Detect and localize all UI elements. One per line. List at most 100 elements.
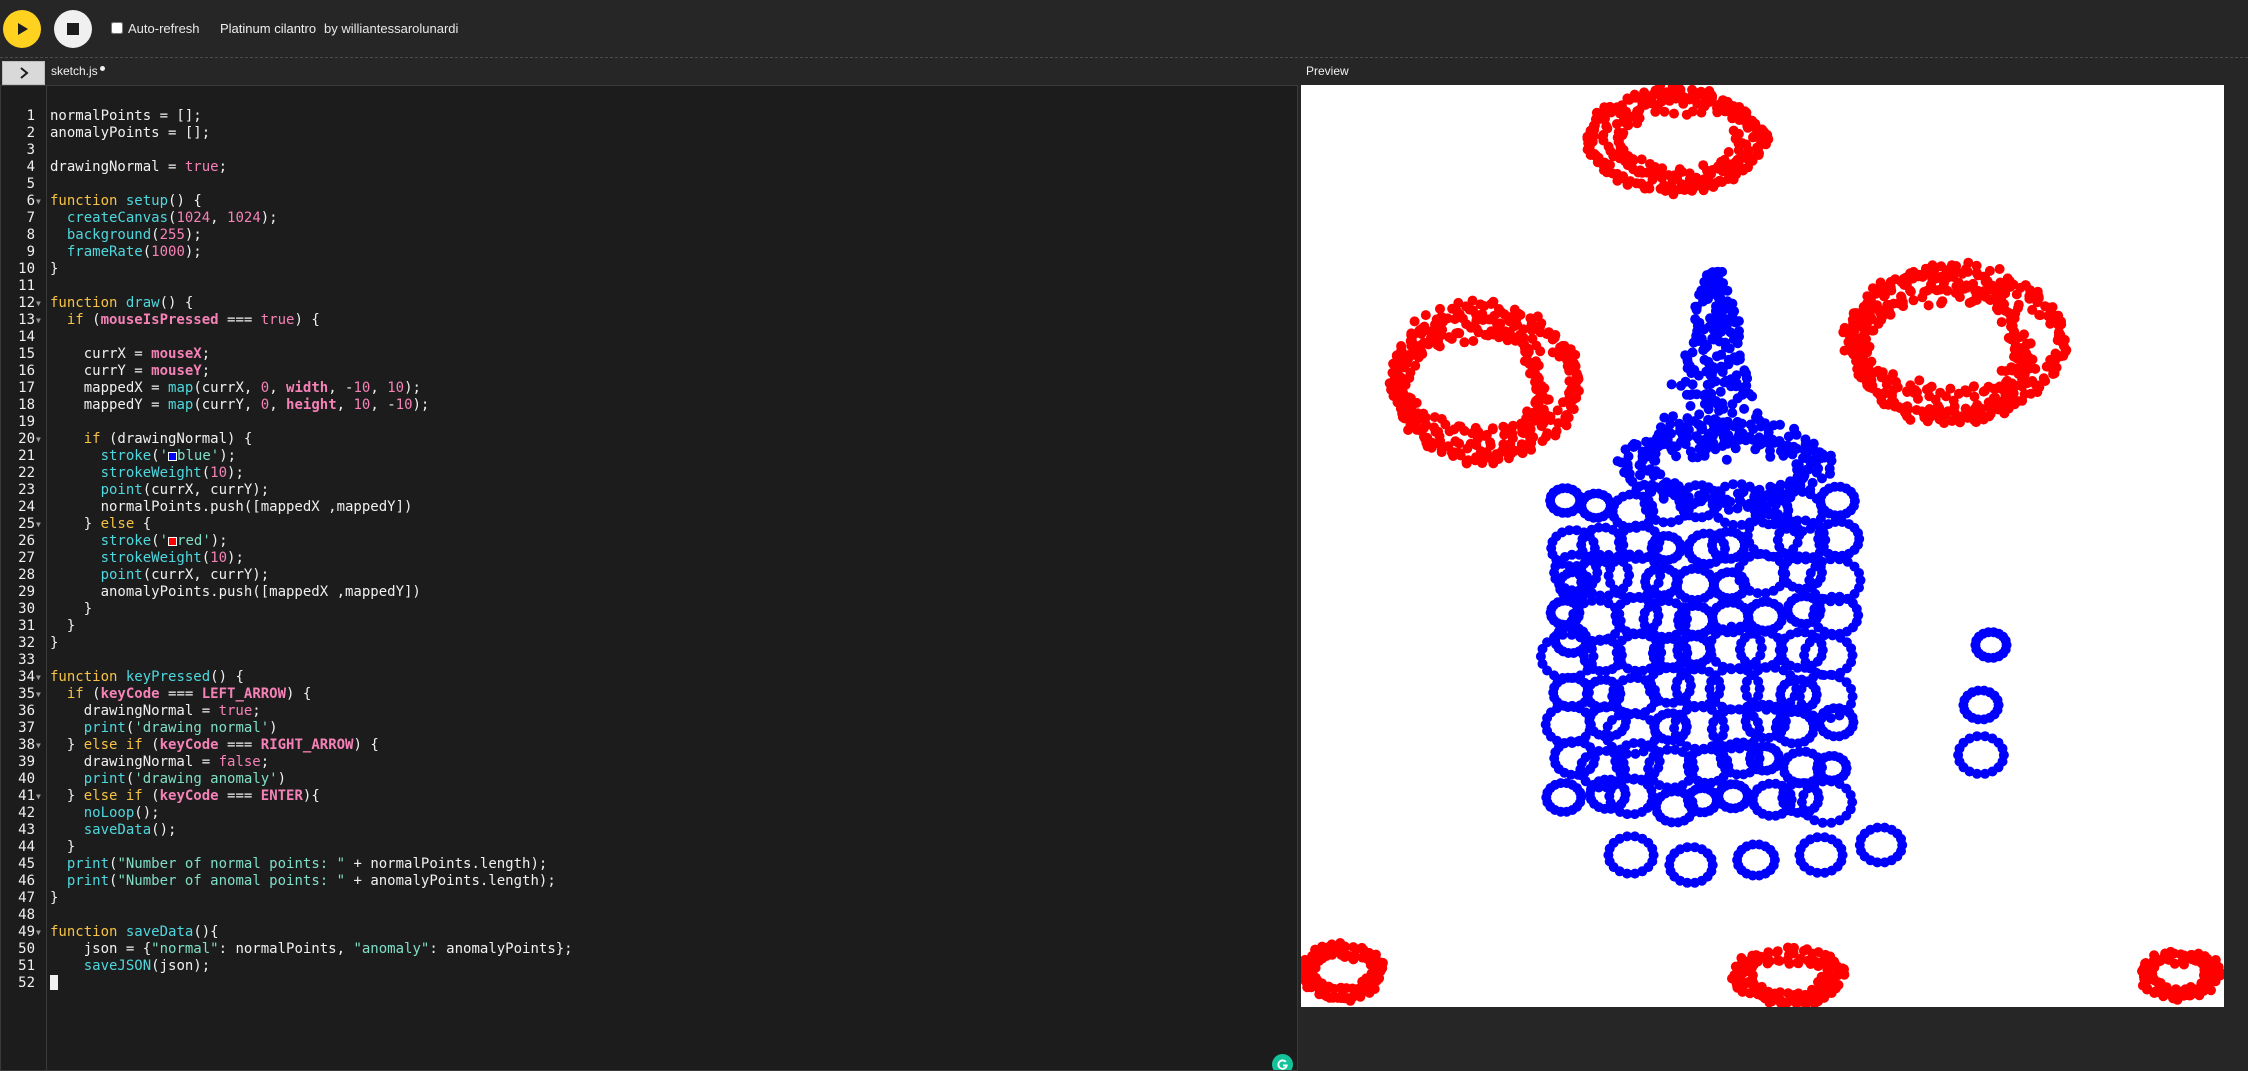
sidebar-toggle-button[interactable] — [2, 61, 45, 85]
fold-arrow-icon[interactable]: ▼ — [36, 686, 41, 703]
code-line[interactable]: 43 saveData(); — [1, 822, 1297, 839]
fold-arrow-icon[interactable]: ▼ — [36, 431, 41, 448]
auto-refresh-label[interactable]: Auto-refresh — [128, 21, 200, 36]
code-line[interactable]: 12 ▼ function draw() { — [1, 295, 1297, 312]
line-number: 36 — [18, 703, 35, 719]
code-line[interactable]: 14 — [1, 329, 1297, 346]
code-line[interactable]: 38 ▼ } else if (keyCode === RIGHT_ARROW) … — [1, 737, 1297, 754]
code-line[interactable]: 52 — [1, 975, 1297, 992]
code-line[interactable]: 1 normalPoints = []; — [1, 108, 1297, 125]
code-line[interactable]: 47} — [1, 890, 1297, 907]
code-line[interactable]: 50 json = {"normal": normalPoints, "anom… — [1, 941, 1297, 958]
line-number: 42 — [18, 805, 35, 821]
code-line[interactable]: 17 mappedX = map(currX, 0, width, -10, 1… — [1, 380, 1297, 397]
code-line[interactable]: 15 currX = mouseX; — [1, 346, 1297, 363]
line-number: 41 — [18, 788, 35, 804]
code-line[interactable]: 49 ▼ function saveData(){ — [1, 924, 1297, 941]
fold-arrow-icon[interactable]: ▼ — [36, 295, 41, 312]
line-number: 7 — [26, 210, 35, 226]
code-area[interactable]: 1 normalPoints = []; 2 anomalyPoints = []; 3… — [1, 108, 1297, 992]
code-line[interactable]: 32} — [1, 635, 1297, 652]
fold-arrow-icon[interactable]: ▼ — [36, 669, 41, 686]
line-number: 16 — [18, 363, 35, 379]
code-line[interactable]: 13 ▼ if (mouseIsPressed === true) { — [1, 312, 1297, 329]
code-text: point(currX, currY); — [100, 482, 270, 498]
fold-arrow-icon[interactable]: ▼ — [36, 924, 41, 941]
code-line[interactable]: 46 print("Number of anomal points: " + a… — [1, 873, 1297, 890]
code-editor[interactable]: 1 normalPoints = []; 2 anomalyPoints = []; 3… — [0, 85, 1298, 1071]
code-line[interactable]: 16 currY = mouseY; — [1, 363, 1297, 380]
line-number: 39 — [18, 754, 35, 770]
code-line[interactable]: 18 mappedY = map(currY, 0, height, 10, -… — [1, 397, 1297, 414]
fold-arrow-icon[interactable]: ▼ — [36, 737, 41, 754]
sketch-title[interactable]: Platinum cilantro — [220, 21, 316, 36]
code-line[interactable]: 39 drawingNormal = false; — [1, 754, 1297, 771]
code-line[interactable]: 34 ▼ function keyPressed() { — [1, 669, 1297, 686]
code-line[interactable]: 7 createCanvas(1024, 1024); — [1, 210, 1297, 227]
line-number: 22 — [18, 465, 35, 481]
code-line[interactable]: 3 — [1, 142, 1297, 159]
code-line[interactable]: 4 drawingNormal = true; — [1, 159, 1297, 176]
code-line[interactable]: 9 frameRate(1000); — [1, 244, 1297, 261]
code-line[interactable]: 48 — [1, 907, 1297, 924]
code-text: currY = mouseY; — [50, 363, 211, 379]
code-line[interactable]: 8 background(255); — [1, 227, 1297, 244]
line-number: 25 — [18, 516, 35, 532]
code-line[interactable]: 41 ▼ } else if (keyCode === ENTER){ — [1, 788, 1297, 805]
code-line[interactable]: 33 — [1, 652, 1297, 669]
code-line[interactable]: 28 point(currX, currY); — [1, 567, 1297, 584]
code-line[interactable]: 2 anomalyPoints = []; — [1, 125, 1297, 142]
fold-arrow-icon[interactable]: ▼ — [36, 516, 41, 533]
play-button[interactable] — [3, 10, 41, 48]
code-text: } — [50, 839, 76, 855]
line-number: 29 — [18, 584, 35, 600]
code-line[interactable]: 37 print('drawing normal') — [1, 720, 1297, 737]
code-line[interactable]: 31 } — [1, 618, 1297, 635]
stop-button[interactable] — [54, 10, 92, 48]
code-line[interactable]: 23 point(currX, currY); — [1, 482, 1297, 499]
play-icon — [18, 23, 28, 35]
line-number: 31 — [18, 618, 35, 634]
auto-refresh-checkbox[interactable] — [111, 22, 123, 34]
code-line[interactable]: 35 ▼ if (keyCode === LEFT_ARROW) { — [1, 686, 1297, 703]
line-number: 18 — [18, 397, 35, 413]
file-tab[interactable]: sketch.js — [51, 64, 98, 78]
code-text: point(currX, currY); — [100, 567, 270, 583]
code-line[interactable]: 27 strokeWeight(10); — [1, 550, 1297, 567]
text-cursor — [50, 975, 58, 990]
code-line[interactable]: 10} — [1, 261, 1297, 278]
code-line[interactable]: 29 anomalyPoints.push([mappedX ,mappedY]… — [1, 584, 1297, 601]
code-text: if (keyCode === LEFT_ARROW) { — [66, 686, 312, 702]
code-line[interactable]: 6 ▼ function setup() { — [1, 193, 1297, 210]
code-line[interactable]: 45 print("Number of normal points: " + n… — [1, 856, 1297, 873]
grammarly-icon[interactable] — [1272, 1054, 1293, 1070]
fold-arrow-icon[interactable]: ▼ — [36, 193, 41, 210]
code-line[interactable]: 19 — [1, 414, 1297, 431]
code-text: anomalyPoints = []; — [50, 125, 211, 141]
line-number: 51 — [18, 958, 35, 974]
code-line[interactable]: 44 } — [1, 839, 1297, 856]
code-line[interactable]: 26 stroke(' red'); — [1, 533, 1297, 550]
code-line[interactable]: 21 stroke(' blue'); — [1, 448, 1297, 465]
code-text: } — [50, 635, 59, 651]
code-line[interactable]: 42 noLoop(); — [1, 805, 1297, 822]
code-line[interactable]: 40 print('drawing anomaly') — [1, 771, 1297, 788]
line-number: 6 — [26, 193, 35, 209]
code-line[interactable]: 20 ▼ if (drawingNormal) { — [1, 431, 1297, 448]
line-number: 28 — [18, 567, 35, 583]
fold-arrow-icon[interactable]: ▼ — [36, 788, 41, 805]
code-text: normalPoints.push([mappedX ,mappedY]) — [50, 499, 413, 515]
code-line[interactable]: 11 — [1, 278, 1297, 295]
code-line[interactable]: 30 } — [1, 601, 1297, 618]
code-line[interactable]: 36 drawingNormal = true; — [1, 703, 1297, 720]
code-line[interactable]: 24 normalPoints.push([mappedX ,mappedY]) — [1, 499, 1297, 516]
fold-arrow-icon[interactable]: ▼ — [36, 312, 41, 329]
sketch-author[interactable]: by williantessarolunardi — [324, 21, 458, 36]
code-text: if (drawingNormal) { — [83, 431, 253, 447]
code-line[interactable]: 22 strokeWeight(10); — [1, 465, 1297, 482]
code-line[interactable]: 5 — [1, 176, 1297, 193]
code-line[interactable]: 25 ▼ } else { — [1, 516, 1297, 533]
preview-canvas[interactable] — [1301, 85, 2224, 1007]
code-line[interactable]: 51 saveJSON(json); — [1, 958, 1297, 975]
line-number: 50 — [18, 941, 35, 957]
